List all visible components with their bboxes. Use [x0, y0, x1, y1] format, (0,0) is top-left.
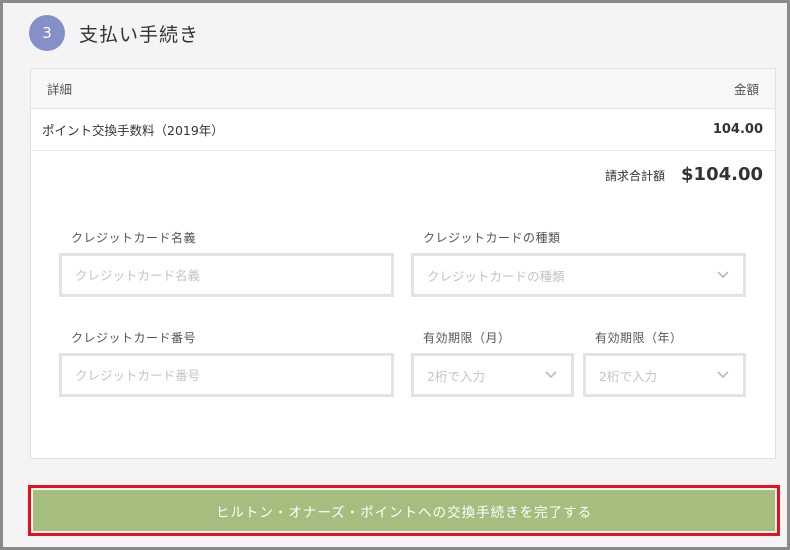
expiry-year-placeholder: 2桁で入力 — [599, 368, 657, 384]
row-description: ポイント交換手数料（2019年） — [42, 123, 224, 138]
page-frame: 3 支払い手続き 詳細 金額 ポイント交換手数料（2019年） 104.00 請… — [0, 0, 790, 550]
total-label: 請求合計額 — [605, 169, 666, 183]
chevron-down-icon — [544, 368, 558, 382]
card-name-field[interactable] — [59, 253, 394, 297]
header-amount: 金額 — [733, 82, 759, 97]
total-value: $104.00 — [681, 164, 763, 185]
step-title: 支払い手続き — [79, 23, 200, 46]
step-number-badge: 3 — [29, 15, 65, 51]
chevron-down-icon — [716, 368, 730, 382]
card-type-select[interactable]: クレジットカードの種類 — [411, 253, 746, 297]
expiry-month-placeholder: 2桁で入力 — [427, 368, 485, 384]
card-number-input[interactable] — [75, 367, 378, 383]
card-type-label: クレジットカードの種類 — [423, 231, 561, 245]
card-number-label: クレジットカード番号 — [71, 331, 197, 345]
chevron-down-icon — [716, 268, 730, 282]
expiry-month-label: 有効期限（月） — [423, 331, 511, 345]
card-name-label: クレジットカード名義 — [71, 231, 197, 245]
header-detail: 詳細 — [47, 82, 73, 97]
submit-highlight: ヒルトン・オナーズ・ポイントへの交換手続きを完了する — [28, 485, 780, 536]
step-header: 3 支払い手続き — [29, 15, 199, 51]
complete-exchange-button[interactable]: ヒルトン・オナーズ・ポイントへの交換手続きを完了する — [33, 490, 775, 531]
card-number-field[interactable] — [59, 353, 394, 397]
payment-card: 詳細 金額 ポイント交換手数料（2019年） 104.00 請求合計額 $104… — [30, 68, 776, 459]
table-header: 詳細 金額 — [31, 69, 775, 109]
expiry-year-select[interactable]: 2桁で入力 — [583, 353, 746, 397]
expiry-month-select[interactable]: 2桁で入力 — [411, 353, 574, 397]
card-type-placeholder: クレジットカードの種類 — [427, 268, 565, 284]
table-row: ポイント交換手数料（2019年） 104.00 — [31, 109, 775, 151]
card-name-input[interactable] — [75, 267, 378, 283]
total-summary: 請求合計額 $104.00 — [605, 164, 763, 185]
expiry-year-label: 有効期限（年） — [595, 331, 683, 345]
row-amount: 104.00 — [712, 122, 763, 137]
